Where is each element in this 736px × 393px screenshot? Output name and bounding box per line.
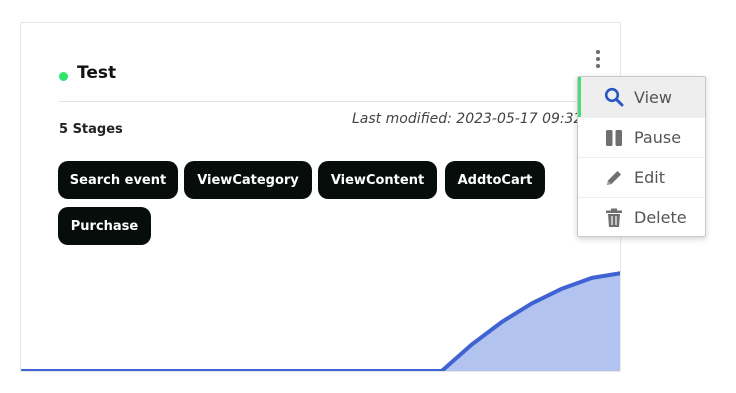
more-options-icon[interactable] xyxy=(594,50,602,68)
stage-chip[interactable]: ViewCategory xyxy=(184,161,312,199)
stage-chip[interactable]: Purchase xyxy=(58,207,151,245)
stages-count: 5 Stages xyxy=(59,122,123,137)
pause-icon xyxy=(603,127,625,149)
trend-chart xyxy=(21,271,620,371)
menu-item-pause[interactable]: Pause xyxy=(578,117,705,157)
menu-item-delete[interactable]: Delete xyxy=(578,197,705,237)
stage-chip[interactable]: ViewContent xyxy=(318,161,437,199)
menu-item-view[interactable]: View xyxy=(578,77,705,117)
status-indicator xyxy=(59,72,68,81)
menu-item-label: Delete xyxy=(634,208,687,227)
funnel-card: Test 5 Stages Last modified: 2023-05-17 … xyxy=(20,22,621,372)
card-title: Test xyxy=(77,63,117,83)
stage-chip[interactable]: AddtoCart xyxy=(445,161,545,199)
menu-item-label: View xyxy=(634,87,672,107)
pencil-icon xyxy=(603,167,625,189)
menu-item-label: Edit xyxy=(634,168,665,187)
divider xyxy=(59,101,579,102)
last-modified: Last modified: 2023-05-17 09:32 xyxy=(352,111,583,127)
menu-item-edit[interactable]: Edit xyxy=(578,157,705,197)
options-menu: View Pause Edit Delete xyxy=(577,76,706,237)
trash-icon xyxy=(603,207,625,229)
search-icon xyxy=(603,86,625,108)
menu-item-label: Pause xyxy=(634,128,682,147)
trend-area xyxy=(21,273,620,371)
stage-chip[interactable]: Search event xyxy=(58,161,178,199)
